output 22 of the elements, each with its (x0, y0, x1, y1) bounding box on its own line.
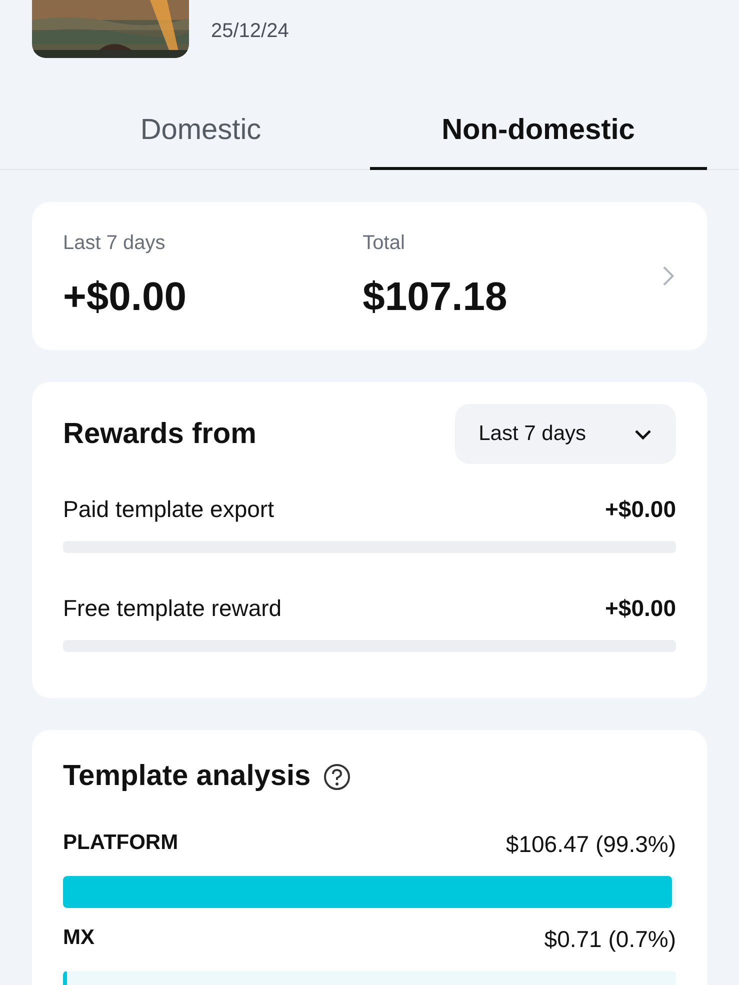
section-title: Rewards from (63, 418, 256, 450)
period-dropdown[interactable]: Last 7 days (454, 404, 676, 464)
platform-amount: $106.47 (99.3%) (506, 831, 676, 858)
reward-amount: +$0.00 (605, 595, 676, 622)
date: 25/12/24 (211, 20, 289, 43)
summary-value: +$0.00 (63, 275, 188, 320)
section-title: Template analysis (63, 760, 311, 793)
tab[interactable]: Domestic (32, 98, 370, 170)
reward-amount: +$0.00 (605, 496, 676, 523)
summary-card[interactable]: Last 7 days +$0.00 Total $107.18 (32, 202, 707, 350)
chevron-down-icon (634, 428, 652, 440)
platform-name: PLATFORM (63, 831, 178, 856)
summary-label: Last 7 days (63, 232, 166, 255)
reward-name: Free template reward (63, 595, 282, 622)
summary-label: Total (362, 232, 406, 255)
platform-amount: $0.71 (0.7%) (544, 926, 676, 953)
tab[interactable]: Non-domestic (370, 98, 707, 170)
platform-name: MX (63, 926, 94, 951)
help-icon[interactable] (322, 762, 351, 790)
chevron-right-icon (662, 265, 676, 287)
reward-name: Paid template export (63, 496, 274, 523)
summary-value: $107.18 (362, 275, 508, 320)
